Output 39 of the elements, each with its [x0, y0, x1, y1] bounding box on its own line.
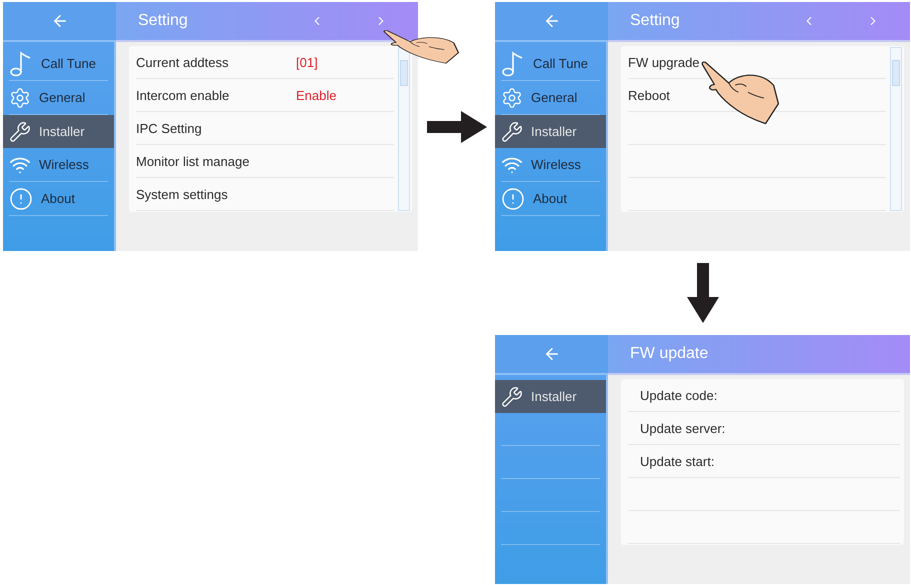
- gear-icon: [501, 86, 523, 108]
- music-note-icon: [501, 50, 525, 76]
- sidebar-item[interactable]: Installer: [495, 380, 606, 413]
- sidebar-item[interactable]: About: [3, 182, 114, 215]
- wrench-icon: [501, 120, 523, 142]
- down-arrow-icon: [686, 263, 718, 323]
- menu-item[interactable]: Reboot: [628, 88, 670, 102]
- menu-item[interactable]: Update code:: [640, 388, 718, 402]
- menu-item[interactable]: Monitor list manage: [136, 154, 250, 168]
- setting-value: [01]: [296, 54, 318, 70]
- wrench-icon: [501, 386, 523, 408]
- sidebar-item[interactable]: Installer: [495, 115, 606, 148]
- screen-title: FW update: [630, 345, 710, 363]
- sidebar-item[interactable]: General: [3, 81, 114, 114]
- sidebar-item[interactable]: Wireless: [495, 148, 606, 181]
- alert-circle-icon: [9, 186, 33, 210]
- menu-item[interactable]: Update start:: [640, 454, 714, 468]
- right-arrow-icon: [426, 110, 486, 142]
- alert-circle-icon: [501, 186, 525, 210]
- menu-item[interactable]: Update server:: [640, 420, 726, 436]
- music-note-icon: [9, 50, 33, 76]
- scrollbar[interactable]: [398, 47, 410, 211]
- scrollbar[interactable]: [890, 47, 902, 211]
- menu-item[interactable]: FW upgrade: [628, 54, 700, 70]
- wrench-icon: [9, 120, 31, 142]
- sidebar-item[interactable]: Call Tune: [3, 47, 114, 80]
- sidebar-item[interactable]: Call Tune: [495, 47, 606, 80]
- gear-icon: [9, 86, 31, 108]
- sidebar-item[interactable]: About: [495, 182, 606, 215]
- screen-title: Setting: [630, 12, 681, 30]
- sidebar-item[interactable]: General: [495, 81, 606, 114]
- menu-item[interactable]: IPC Setting: [136, 120, 202, 136]
- sidebar-item[interactable]: Installer: [3, 115, 114, 148]
- menu-item[interactable]: Current addtess: [136, 54, 228, 70]
- menu-item[interactable]: Intercom enable: [136, 88, 230, 102]
- setting-value: Enable: [296, 88, 336, 102]
- sidebar-item[interactable]: Wireless: [3, 148, 114, 181]
- menu-item[interactable]: System settings: [136, 186, 228, 202]
- screen-title: Setting: [138, 12, 189, 30]
